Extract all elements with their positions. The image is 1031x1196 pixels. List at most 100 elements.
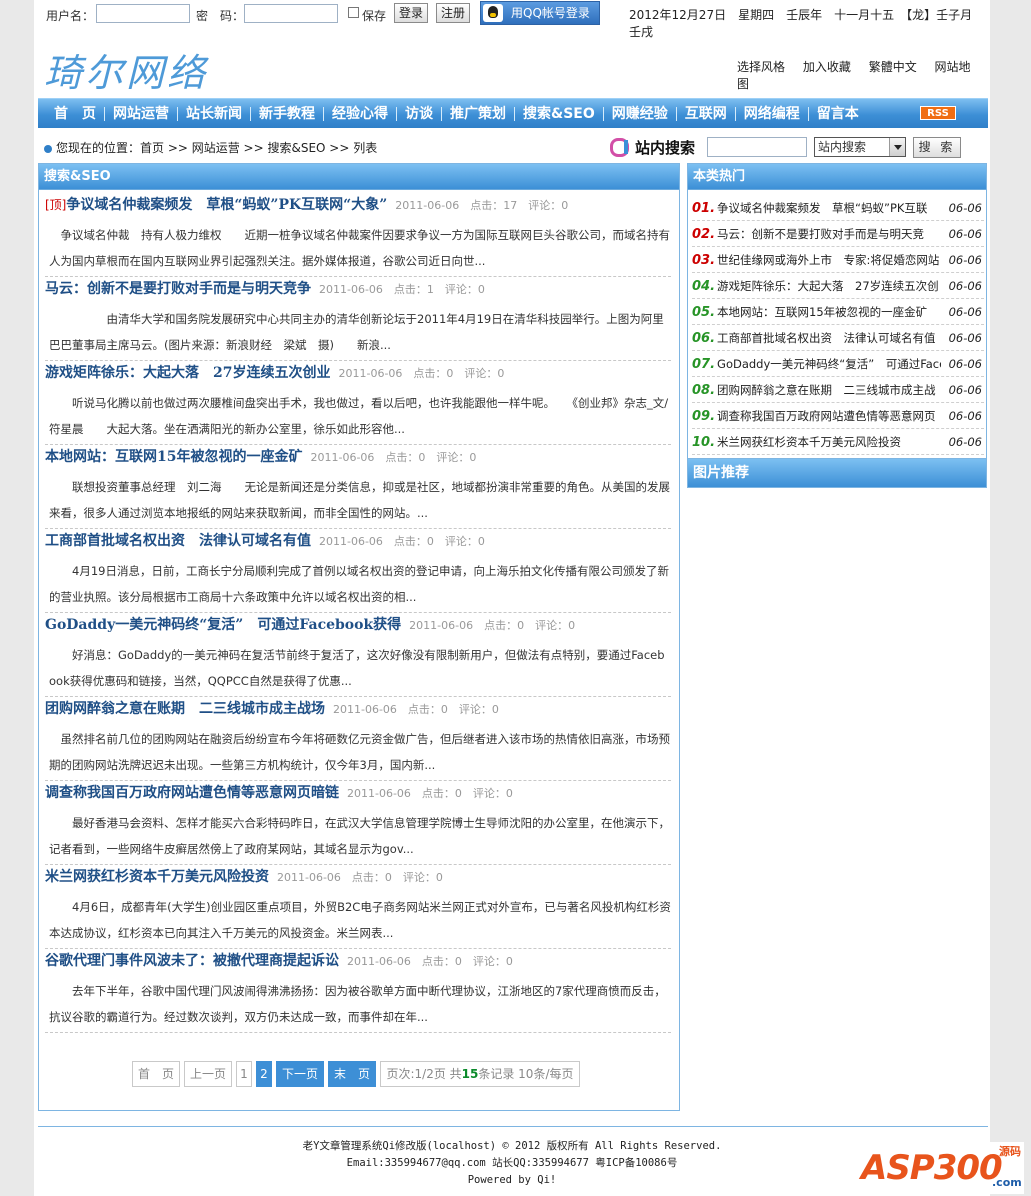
article-divider [45,612,671,613]
search-button[interactable]: 搜 索 [913,137,961,158]
remember-checkbox[interactable] [348,7,359,18]
nav-item-interview[interactable]: 访谈 [397,107,442,121]
hot-rank: 08. [692,383,716,398]
qq-login-button[interactable]: 用QQ帐号登录 [480,1,600,25]
article-summary: 联想投资董事总经理 刘二海 无论是新闻还是分类信息，抑或是社区，地域都扮演非常重… [49,480,670,520]
hot-item-title[interactable]: 马云：创新不是要打败对手而是与明天竞 [717,221,941,247]
article-title-row: 米兰网获红杉资本千万美元风险投资 2011-06-06 点击：0 评论：0 [45,866,671,888]
rss-icon[interactable]: RSS [920,106,956,120]
hot-item-date: 06-06 [948,409,982,423]
hot-rank: 10. [692,435,716,450]
hot-list-item[interactable]: 06. 工商部首批域名权出资 法律认可域名有值 06-06 [692,325,984,351]
hot-list-item[interactable]: 10. 米兰网获红杉资本千万美元风险投资 06-06 [692,429,984,455]
link-choose-style[interactable]: 选择风格 [737,60,785,74]
article-divider [45,276,671,277]
nav-item-internet[interactable]: 互联网 [677,107,736,121]
article-title-link[interactable]: 调查称我国百万政府网站遭色情等恶意网页暗链 [45,785,339,801]
hot-rank: 02. [692,227,716,242]
page-info-prefix: 页次:1/2页 共 [386,1067,462,1081]
article-title-row: [顶]争议域名仲裁案频发 草根“蚂蚁”PK互联网“大象” 2011-06-06 点… [45,194,671,216]
nav-item-experience[interactable]: 经验心得 [324,107,397,121]
article-title-link[interactable]: 团购网醉翁之意在账期 二三线城市成主战场 [45,701,325,717]
link-traditional-chinese[interactable]: 繁體中文 [869,60,917,74]
hot-list-item[interactable]: 08. 团购网醉翁之意在账期 二三线城市成主战 06-06 [692,377,984,403]
article-title-row: GoDaddy一美元神码终“复活” 可通过Facebook获得 2011-06-0… [45,614,671,636]
hot-list-item[interactable]: 09. 调查称我国百万政府网站遭色情等恶意网页 06-06 [692,403,984,429]
hot-item-date: 06-06 [948,435,982,449]
article-title-link[interactable]: 米兰网获红杉资本千万美元风险投资 [45,869,269,885]
hot-item-title[interactable]: 世纪佳缘网或海外上市 专家:将促婚恋网站 [717,247,941,273]
hot-item-date: 06-06 [948,383,982,397]
login-button[interactable]: 登录 [394,3,429,23]
nav-item-seo[interactable]: 搜索&SEO [515,107,604,121]
hot-item-title[interactable]: 米兰网获红杉资本千万美元风险投资 [717,429,941,455]
page-last[interactable]: 末 页 [328,1061,376,1087]
link-add-favorite[interactable]: 加入收藏 [803,60,851,74]
username-input[interactable] [96,4,190,23]
article-summary: 4月19日消息，日前，工商长宁分局顺利完成了首例以域名权出资的登记申请，向上海乐… [49,564,669,604]
page-first[interactable]: 首 页 [132,1061,180,1087]
hot-rank: 04. [692,279,716,294]
hot-item-title[interactable]: 游戏矩阵徐乐：大起大落 27岁连续五次创 [717,273,941,299]
page-next[interactable]: 下一页 [276,1061,324,1087]
article-meta: 2011-06-06 点击：0 评论：0 [347,787,513,800]
hot-item-title[interactable]: 争议域名仲裁案频发 草根“蚂蚁”PK互联 [717,195,941,221]
hot-item-date: 06-06 [948,357,982,371]
picture-panel-title: 图片推荐 [688,459,986,487]
watermark-main: ASP300 [861,1148,1003,1188]
article-title-link[interactable]: 工商部首批域名权出资 法律认可域名有值 [45,533,311,549]
article-title-link[interactable]: 谷歌代理门事件风波未了：被撤代理商提起诉讼 [45,953,339,969]
hot-item-title[interactable]: 团购网醉翁之意在账期 二三线城市成主战 [717,377,941,403]
footer-powered[interactable]: Powered by Qi! [34,1172,990,1189]
hot-item-title[interactable]: 调查称我国百万政府网站遭色情等恶意网页 [717,403,941,429]
hot-list-item[interactable]: 02. 马云：创新不是要打败对手而是与明天竞 06-06 [692,221,984,247]
main-nav: 首 页 网站运营 站长新闻 新手教程 经验心得 访谈 推广策划 搜索&SEO 网… [38,98,988,128]
article-title-link[interactable]: 游戏矩阵徐乐：大起大落 27岁连续五次创业 [45,365,330,381]
article-divider [45,696,671,697]
hot-list-item[interactable]: 03. 世纪佳缘网或海外上市 专家:将促婚恋网站 06-06 [692,247,984,273]
hot-item-title[interactable]: 本地网站：互联网15年被忽视的一座金矿 [717,299,941,325]
nav-item-programming[interactable]: 网络编程 [736,107,809,121]
nav-item-earning[interactable]: 网赚经验 [604,107,677,121]
page-prev[interactable]: 上一页 [184,1061,232,1087]
hot-item-title[interactable]: 工商部首批域名权出资 法律认可域名有值 [717,325,941,351]
password-label: 密 码： [196,9,245,23]
hot-item-title[interactable]: GoDaddy一美元神码终“复活” 可通过Face [717,351,941,377]
article-summary: 4月6日，成都青年(大学生)创业园区重点项目，外贸B2C电子商务网站米兰网正式对… [49,900,671,940]
pinned-badge: [顶] [45,198,67,212]
nav-item-operation[interactable]: 网站运营 [105,107,178,121]
article-summary: 争议域名仲裁 持有人极力维权 近期一桩争议域名仲裁案件因要求争议一方为国际互联网… [49,228,670,268]
password-input[interactable] [244,4,338,23]
nav-item-tutorial[interactable]: 新手教程 [251,107,324,121]
article-title-link[interactable]: GoDaddy一美元神码终“复活” 可通过Facebook获得 [45,617,401,633]
search-scope-select[interactable]: 站内搜索 [814,137,906,157]
article-title-link[interactable]: 马云：创新不是要打败对手而是与明天竞争 [45,281,311,297]
article-title-link[interactable]: 本地网站：互联网15年被忽视的一座金矿 [45,449,302,465]
article-item: 调查称我国百万政府网站遭色情等恶意网页暗链 2011-06-06 点击：0 评论：… [45,782,671,865]
article-title-row: 游戏矩阵徐乐：大起大落 27岁连续五次创业 2011-06-06 点击：0 评论：… [45,362,671,384]
hot-list-item[interactable]: 07. GoDaddy一美元神码终“复活” 可通过Face 06-06 [692,351,984,377]
article-meta: 2011-06-06 点击：0 评论：0 [310,451,477,464]
article-summary: 虽然排名前几位的团购网站在融资后纷纷宣布今年将砸数亿元资金做广告，但后继者进入该… [49,732,670,772]
nav-item-home[interactable]: 首 页 [46,107,105,121]
page-1[interactable]: 1 [236,1061,252,1087]
nav-item-news[interactable]: 站长新闻 [178,107,251,121]
site-logo[interactable]: 琦尔网络 [44,42,208,97]
nav-item-guestbook[interactable]: 留言本 [809,107,867,121]
search-input[interactable] [707,137,807,157]
panel-title: 搜索&SEO [39,164,679,190]
article-meta: 2011-06-06 点击：1 评论：0 [319,283,485,296]
search-scope-value: 站内搜索 [818,140,867,154]
register-button[interactable]: 注册 [436,3,471,23]
page-2-current[interactable]: 2 [256,1061,272,1087]
hot-list-item[interactable]: 05. 本地网站：互联网15年被忽视的一座金矿 06-06 [692,299,984,325]
watermark-com: .com [992,1176,1022,1189]
hot-item-date: 06-06 [948,253,982,267]
breadcrumb-text[interactable]: 您现在的位置：首页 >> 网站运营 >> 搜索&SEO >> 列表 [56,141,377,155]
article-title-link[interactable]: 争议域名仲裁案频发 草根“蚂蚁”PK互联网“大象” [66,197,387,213]
hot-list-item[interactable]: 04. 游戏矩阵徐乐：大起大落 27岁连续五次创 06-06 [692,273,984,299]
nav-item-promotion[interactable]: 推广策划 [442,107,515,121]
hot-list-item[interactable]: 01. 争议域名仲裁案频发 草根“蚂蚁”PK互联 06-06 [692,195,984,221]
hot-list: 01. 争议域名仲裁案频发 草根“蚂蚁”PK互联 06-06 02. 马云：创新不是要打… [692,195,984,455]
hot-panel-title: 本类热门 [688,164,986,190]
